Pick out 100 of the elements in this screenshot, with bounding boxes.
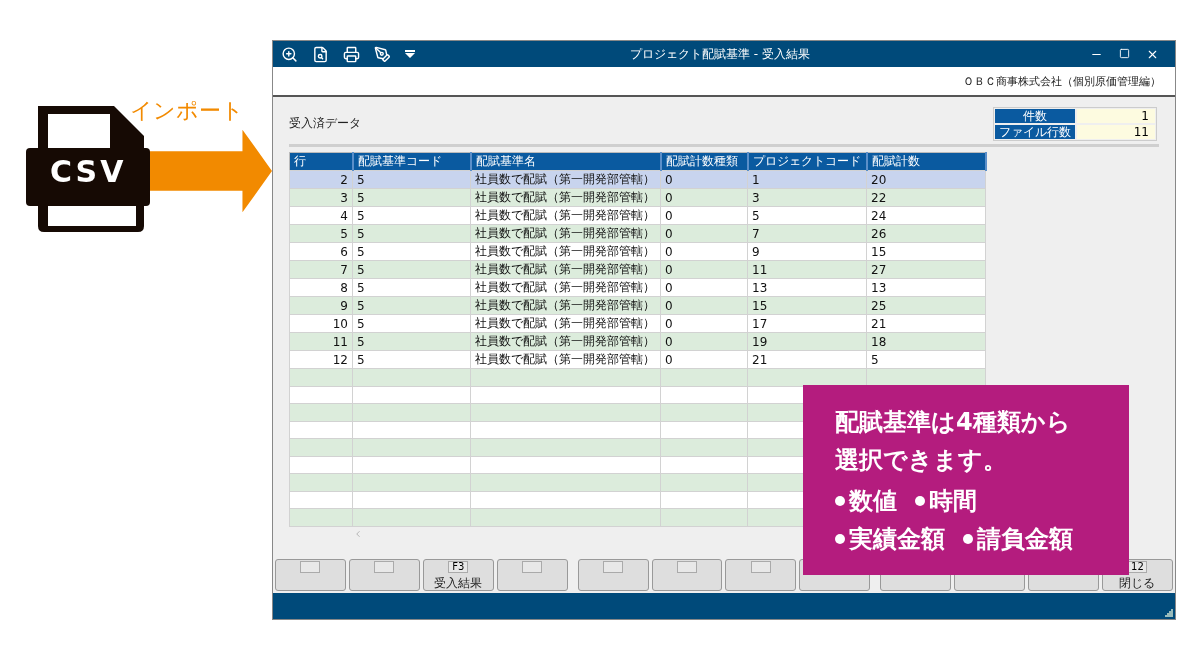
table-cell: 社員数で配賦（第一開発部管轄）	[470, 260, 661, 279]
callout-text: 配賦基準は4種類から選択できます。	[835, 407, 1072, 476]
table-cell: 7	[747, 224, 867, 243]
summary-label: 件数	[995, 109, 1075, 123]
table-cell: 11	[289, 332, 353, 351]
table-cell: 15	[866, 242, 986, 261]
table-cell: 5	[352, 296, 471, 315]
table-cell: 社員数で配賦（第一開発部管轄）	[470, 278, 661, 297]
bullet-text: 時間	[929, 486, 977, 517]
print-icon[interactable]	[343, 45, 360, 63]
table-cell: 15	[747, 296, 867, 315]
section-label: 受入済データ	[289, 115, 361, 132]
table-cell: 5	[352, 206, 471, 225]
bullet-icon	[963, 534, 973, 544]
table-cell: 20	[866, 170, 986, 189]
table-cell: 21	[866, 314, 986, 333]
table-cell: 6	[289, 242, 353, 261]
maximize-icon[interactable]	[1119, 47, 1130, 59]
table-cell: 5	[352, 170, 471, 189]
bullet-text: 請負金額	[977, 524, 1073, 555]
bullet-icon	[835, 496, 845, 506]
dropdown-icon[interactable]	[405, 50, 415, 58]
table-cell: 0	[660, 188, 748, 207]
bullet-icon	[835, 534, 845, 544]
table-cell: 0	[660, 242, 748, 261]
table-cell: 社員数で配賦（第一開発部管轄）	[470, 296, 661, 315]
table-cell: 社員数で配賦（第一開発部管轄）	[470, 224, 661, 243]
arrow-icon	[148, 129, 272, 213]
table-cell: 21	[747, 350, 867, 369]
table-cell: 5	[747, 206, 867, 225]
bullet-text: 数値	[849, 486, 897, 517]
column-header[interactable]: 行	[289, 152, 353, 171]
import-label: インポート	[130, 97, 244, 125]
table-cell: 0	[660, 278, 748, 297]
pen-icon[interactable]	[374, 45, 391, 63]
table-cell: 5	[289, 224, 353, 243]
table-cell: 0	[660, 296, 748, 315]
table-cell: 3	[289, 188, 353, 207]
bullet-icon	[915, 496, 925, 506]
table-cell: 1	[747, 170, 867, 189]
column-header[interactable]: 配賦計数種類	[660, 152, 748, 171]
table-cell: 25	[866, 296, 986, 315]
function-key-button[interactable]: F3 受入結果	[422, 559, 494, 591]
table-cell: 9	[747, 242, 867, 261]
table-cell: 5	[352, 278, 471, 297]
table-cell: 社員数で配賦（第一開発部管轄）	[470, 242, 661, 261]
summary-label: ファイル行数	[995, 125, 1075, 139]
table-cell: 社員数で配賦（第一開発部管轄）	[470, 314, 661, 333]
company-name: ＯＢＣ商事株式会社（個別原価管理編）	[963, 73, 1161, 89]
table-cell: 10	[289, 314, 353, 333]
table-cell: 0	[660, 314, 748, 333]
summary-value: 1	[1077, 109, 1155, 123]
table-cell: 2	[289, 170, 353, 189]
table-cell: 0	[660, 170, 748, 189]
table-cell: 9	[289, 296, 353, 315]
table-cell: 24	[866, 206, 986, 225]
table-cell: 5	[352, 224, 471, 243]
table-cell: 7	[289, 260, 353, 279]
table-cell: 5	[352, 188, 471, 207]
table-cell: 社員数で配賦（第一開発部管轄）	[470, 206, 661, 225]
column-header[interactable]: 配賦基準名	[470, 152, 661, 171]
table-cell: 12	[289, 350, 353, 369]
table-cell: 5	[352, 260, 471, 279]
table-cell: 0	[660, 332, 748, 351]
table-cell: 0	[660, 224, 748, 243]
preview-icon[interactable]	[312, 45, 329, 63]
column-header[interactable]: プロジェクトコード	[747, 152, 867, 171]
resize-grip-icon[interactable]	[1165, 609, 1173, 617]
table-cell: 3	[747, 188, 867, 207]
bullet-text: 実績金額	[849, 524, 945, 555]
table-cell: 社員数で配賦（第一開発部管轄）	[470, 170, 661, 189]
table-cell: 5	[352, 350, 471, 369]
table-cell: 5	[352, 332, 471, 351]
table-row[interactable]: 2 5 社員数で配賦（第一開発部管轄） 0 1 20	[289, 170, 986, 189]
zoom-in-icon[interactable]	[281, 45, 298, 63]
table-cell: 社員数で配賦（第一開発部管轄）	[470, 188, 661, 207]
table-cell: 22	[866, 188, 986, 207]
column-header[interactable]: 配賦基準コード	[352, 152, 471, 171]
table-cell: 5	[352, 242, 471, 261]
table-cell: 19	[747, 332, 867, 351]
function-key-button[interactable]	[651, 559, 723, 591]
table-cell: 5	[352, 314, 471, 333]
table-cell: 13	[747, 278, 867, 297]
table-cell: 社員数で配賦（第一開発部管轄）	[470, 332, 661, 351]
table-cell: 0	[660, 350, 748, 369]
table-cell: 0	[660, 206, 748, 225]
table-cell: 27	[866, 260, 986, 279]
table-cell: 17	[747, 314, 867, 333]
summary-value: 11	[1077, 125, 1155, 139]
window-title: プロジェクト配賦基準 - 受入結果	[629, 45, 811, 63]
table-cell: 11	[747, 260, 867, 279]
table-cell: 5	[866, 350, 986, 369]
table-cell: 0	[660, 260, 748, 279]
table-cell: 13	[866, 278, 986, 297]
table-cell: 4	[289, 206, 353, 225]
table-cell: 8	[289, 278, 353, 297]
column-header[interactable]: 配賦計数	[866, 152, 986, 171]
table-cell: 18	[866, 332, 986, 351]
table-cell: 26	[866, 224, 986, 243]
table-cell: 社員数で配賦（第一開発部管轄）	[470, 350, 661, 369]
